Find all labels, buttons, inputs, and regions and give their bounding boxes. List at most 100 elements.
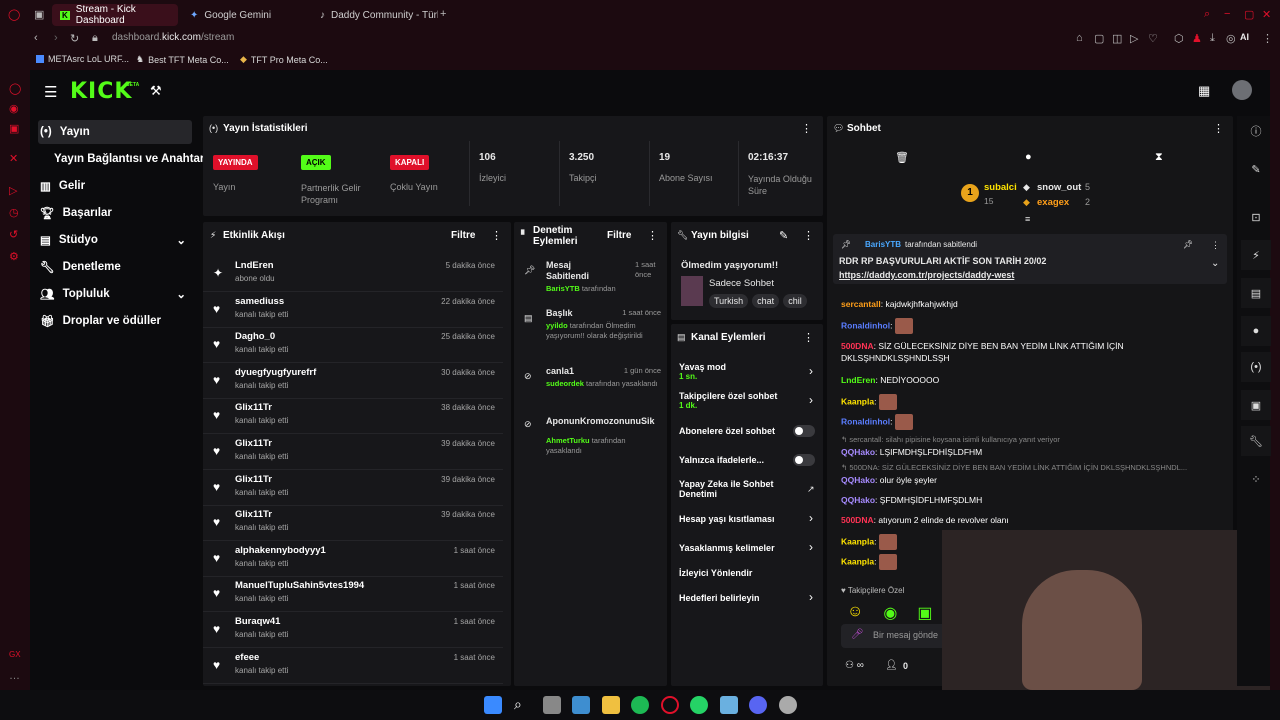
activity-username[interactable]: Glix11Tr — [235, 438, 272, 449]
activity-username[interactable]: Glix11Tr — [235, 509, 272, 520]
action-account-age[interactable]: Hesap yaşı kısıtlaması — [679, 514, 824, 524]
widgets-icon[interactable] — [543, 696, 561, 714]
pin-icon[interactable]: 📌︎ — [1183, 240, 1193, 249]
stream-category[interactable]: Sadece Sohbet — [709, 278, 774, 289]
minimize-icon[interactable]: − — [1224, 8, 1230, 20]
activity-username[interactable]: dyuegfyugfyurefrf — [235, 367, 316, 378]
mod-item-user[interactable]: yyildo — [546, 321, 568, 330]
close-icon[interactable]: ✕ — [1262, 8, 1271, 21]
microphone-icon[interactable]: 🎤︎ — [851, 629, 864, 640]
whatsapp-icon[interactable] — [690, 696, 708, 714]
opera-gx-icon[interactable] — [661, 696, 679, 714]
activity-username[interactable]: samediuss — [235, 296, 284, 307]
mod-item-user[interactable]: sudeordek — [546, 379, 584, 388]
chevron-right-icon[interactable]: › — [809, 511, 813, 525]
action-slow-mode[interactable]: Yavaş mod 1 sn. — [679, 362, 824, 381]
pencil-icon[interactable]: ✎ — [1241, 154, 1271, 184]
bookmark-metasrc[interactable]: METAsrc LoL URF... — [36, 54, 129, 64]
kick-logo[interactable]: KICK — [70, 79, 132, 104]
emote-icon[interactable]: ☺ — [847, 603, 863, 623]
menu-dots-icon[interactable]: ⋮ — [1262, 32, 1273, 45]
sidebar-item-basarilar[interactable]: 🏆︎ Başarılar — [38, 201, 192, 225]
chat-username[interactable]: Ronaldinhol — [841, 320, 890, 330]
activity-username[interactable]: Glix11Tr — [235, 474, 272, 485]
more-options-icon[interactable]: ⋮ — [801, 122, 812, 135]
chevron-down-icon[interactable]: ⌄ — [1211, 258, 1219, 269]
leaderboard-name[interactable]: subalci — [984, 182, 1017, 193]
chat-username[interactable]: Ronaldinhol — [841, 416, 890, 426]
link-icon[interactable]: ⚇ ∞ — [845, 660, 864, 671]
download-icon[interactable]: ⤓ — [1210, 32, 1215, 45]
dots-icon[interactable]: ⁘ — [1241, 464, 1271, 494]
spotify-icon[interactable] — [631, 696, 649, 714]
sidebar-item-yayin[interactable]: (•) Yayın — [38, 120, 192, 144]
trash-icon[interactable]: 🗑︎ — [895, 151, 909, 164]
steam-icon[interactable] — [720, 696, 738, 714]
emotes-only-toggle[interactable] — [793, 454, 815, 466]
url-field[interactable]: dashboard.kick.com/stream — [112, 32, 234, 43]
activity-username[interactable]: LndEren — [235, 260, 274, 271]
action-goals[interactable]: Hedefleri belirleyin — [679, 593, 824, 603]
ai-button[interactable]: AI — [1240, 32, 1249, 42]
tag[interactable]: chat — [752, 294, 780, 308]
leaderboard-name[interactable]: snow_out — [1037, 182, 1081, 193]
chat-username[interactable]: Kaanpla — [841, 396, 874, 406]
tab-google-gemini[interactable]: ✦ Google Gemini — [182, 4, 308, 26]
chat-username[interactable]: QQHako — [841, 447, 875, 457]
windows-start-icon[interactable] — [484, 696, 502, 714]
heart-icon[interactable]: ♡ — [1148, 32, 1158, 45]
chat-bubble-icon[interactable]: ● — [1241, 316, 1271, 346]
activity-username[interactable]: efeee — [235, 652, 259, 663]
more-options-icon[interactable]: ⋮ — [1211, 240, 1220, 251]
player-icon[interactable]: ▷ — [9, 184, 17, 197]
discord-icon[interactable] — [749, 696, 767, 714]
store-icon[interactable] — [572, 696, 590, 714]
activity-username[interactable]: Glix11Tr — [235, 402, 272, 413]
chevron-right-icon[interactable]: › — [809, 393, 813, 407]
sidebar-item-droplar[interactable]: 🎁︎ Droplar ve ödüller — [38, 309, 192, 333]
clipboard-icon[interactable]: ▤ — [1241, 278, 1271, 308]
sidebar-item-topluluk[interactable]: 👥︎ Topluluk ⌄ — [38, 282, 192, 306]
more-options-icon[interactable]: ⋮ — [1213, 122, 1224, 135]
more-icon[interactable]: … — [9, 670, 20, 682]
snapshot-icon[interactable]: ▢ — [1094, 32, 1104, 45]
chat-bubble-icon[interactable]: ● — [1025, 151, 1032, 163]
opera-logo-icon[interactable]: ◯ — [8, 8, 20, 21]
chevron-right-icon[interactable]: › — [809, 540, 813, 554]
x-icon[interactable]: ✕ — [9, 152, 18, 165]
more-options-icon[interactable]: ⋮ — [803, 229, 814, 242]
bookmark-icon[interactable]: ⌂ — [1076, 32, 1083, 44]
gx-icon[interactable]: GX — [9, 650, 21, 659]
instagram-icon[interactable]: ▣ — [9, 122, 19, 135]
messenger-icon[interactable]: ◉ — [9, 102, 19, 115]
opera-sidebar-icon[interactable]: ◯ — [9, 82, 21, 95]
chat-username[interactable]: 500DNA — [841, 515, 874, 525]
vpn-icon[interactable]: ♟ — [1192, 32, 1202, 45]
clock-icon[interactable]: ◷ — [9, 206, 19, 219]
wrench-icon[interactable]: 🔧︎ — [1241, 426, 1271, 456]
more-options-icon[interactable]: ⋮ — [647, 229, 658, 242]
moderation-filter-button[interactable]: Filtre — [607, 230, 631, 241]
theater-icon[interactable]: ▦ — [1198, 83, 1210, 99]
edit-icon[interactable]: ✎ — [779, 229, 788, 242]
action-host[interactable]: İzleyici Yönlendir — [679, 568, 824, 578]
emote-icon[interactable]: ▣ — [917, 603, 932, 623]
tab-daddy-community[interactable]: ♪ Daddy Community - Türkiy... — [312, 4, 438, 26]
chat-username[interactable]: QQHako — [841, 495, 875, 505]
leaderboard-name[interactable]: exagex — [1037, 197, 1069, 208]
extensions-icon[interactable]: ⬡ — [1174, 32, 1184, 45]
tag[interactable]: Turkish — [709, 294, 749, 308]
chevron-right-icon[interactable]: › — [809, 364, 813, 378]
hamburger-menu-icon[interactable]: ☰ — [44, 83, 57, 101]
bookmark-best-tft[interactable]: ♞ Best TFT Meta Co... — [136, 54, 229, 65]
hourglass-icon[interactable]: ⧗ — [1155, 151, 1163, 164]
forward-icon[interactable]: › — [54, 32, 58, 44]
chevron-right-icon[interactable]: › — [809, 590, 813, 604]
chat-username[interactable]: Kaanpla — [841, 536, 874, 546]
action-followers-only[interactable]: Takipçilere özel sohbet 1 dk. — [679, 391, 824, 410]
chat-username[interactable]: LndEren — [841, 375, 875, 385]
pinned-by-user[interactable]: BarisYTB — [865, 240, 901, 249]
activity-username[interactable]: Dagho_0 — [235, 331, 275, 342]
activity-username[interactable]: alphakennybodyyy1 — [235, 545, 326, 556]
chat-username[interactable]: 500DNA — [841, 341, 874, 351]
